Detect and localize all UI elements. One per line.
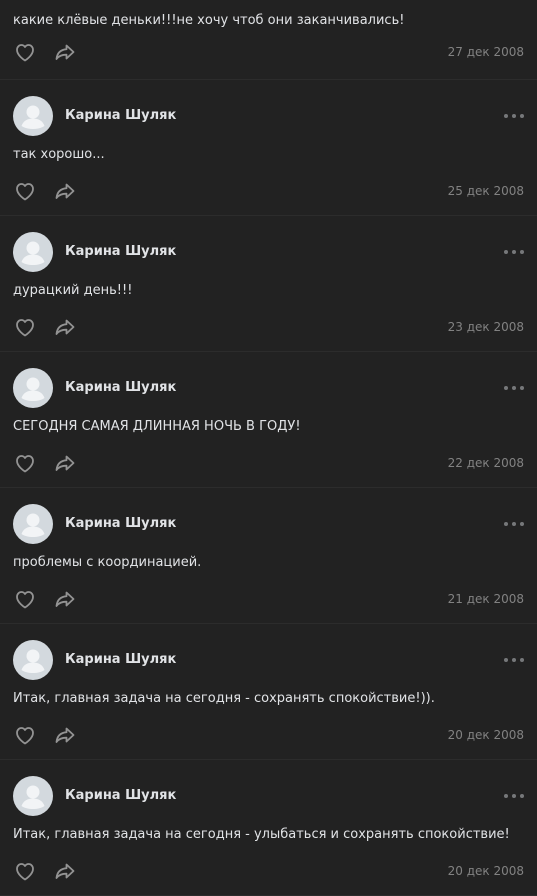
- like-heart-icon[interactable]: [13, 315, 37, 339]
- wall-post: Карина Шуляк Итак, главная задача на сег…: [0, 624, 537, 760]
- wall-post: Карина Шуляк Итак, главная задача на сег…: [0, 760, 537, 896]
- post-text: СЕГОДНЯ САМАЯ ДЛИННАЯ НОЧЬ В ГОДУ!: [13, 419, 301, 434]
- more-options-icon[interactable]: [504, 652, 524, 668]
- post-header: Карина Шуляк: [13, 504, 524, 544]
- post-actions: 27 дек 2008: [13, 40, 524, 64]
- like-heart-icon[interactable]: [13, 451, 37, 475]
- post-date[interactable]: 20 дек 2008: [448, 728, 524, 742]
- avatar[interactable]: [13, 96, 53, 136]
- post-author[interactable]: Карина Шуляк: [65, 108, 176, 123]
- like-heart-icon[interactable]: [13, 587, 37, 611]
- wall-post: Карина Шуляк дурацкий день!!! 23 дек 200…: [0, 216, 537, 352]
- post-text: дурацкий день!!!: [13, 283, 133, 298]
- user-placeholder-icon: [21, 513, 45, 537]
- avatar[interactable]: [13, 776, 53, 816]
- more-options-icon[interactable]: [504, 244, 524, 260]
- wall-post: Карина Шуляк СЕГОДНЯ САМАЯ ДЛИННАЯ НОЧЬ …: [0, 352, 537, 488]
- more-options-icon[interactable]: [504, 108, 524, 124]
- wall-post: Карина Шуляк проблемы с координацией. 21…: [0, 488, 537, 624]
- more-options-icon[interactable]: [504, 380, 524, 396]
- post-header: Карина Шуляк: [13, 776, 524, 816]
- user-placeholder-icon: [21, 241, 45, 265]
- post-date[interactable]: 23 дек 2008: [448, 320, 524, 334]
- avatar[interactable]: [13, 504, 53, 544]
- post-date[interactable]: 21 дек 2008: [448, 592, 524, 606]
- wall-post: Карина Шуляк так хорошо... 25 дек 2008: [0, 80, 537, 216]
- avatar[interactable]: [13, 640, 53, 680]
- post-actions: 25 дек 2008: [13, 179, 524, 203]
- post-author[interactable]: Карина Шуляк: [65, 516, 176, 531]
- avatar[interactable]: [13, 232, 53, 272]
- post-actions: 22 дек 2008: [13, 451, 524, 475]
- user-placeholder-icon: [21, 785, 45, 809]
- share-arrow-icon[interactable]: [53, 179, 77, 203]
- post-header: Карина Шуляк: [13, 96, 524, 136]
- post-header: Карина Шуляк: [13, 640, 524, 680]
- share-arrow-icon[interactable]: [53, 451, 77, 475]
- post-text: так хорошо...: [13, 147, 105, 162]
- post-header: Карина Шуляк: [13, 232, 524, 272]
- share-arrow-icon[interactable]: [53, 40, 77, 64]
- post-actions: 20 дек 2008: [13, 859, 524, 883]
- share-arrow-icon[interactable]: [53, 723, 77, 747]
- more-options-icon[interactable]: [504, 516, 524, 532]
- share-arrow-icon[interactable]: [53, 859, 77, 883]
- post-date[interactable]: 20 дек 2008: [448, 864, 524, 878]
- post-author[interactable]: Карина Шуляк: [65, 788, 176, 803]
- post-date[interactable]: 27 дек 2008: [448, 45, 524, 59]
- wall-post: какие клёвые деньки!!!не хочу чтоб они з…: [0, 0, 537, 80]
- post-author[interactable]: Карина Шуляк: [65, 380, 176, 395]
- post-author[interactable]: Карина Шуляк: [65, 244, 176, 259]
- like-heart-icon[interactable]: [13, 859, 37, 883]
- post-text: проблемы с координацией.: [13, 555, 202, 570]
- like-heart-icon[interactable]: [13, 40, 37, 64]
- post-header: Карина Шуляк: [13, 368, 524, 408]
- user-placeholder-icon: [21, 105, 45, 129]
- avatar[interactable]: [13, 368, 53, 408]
- share-arrow-icon[interactable]: [53, 587, 77, 611]
- post-date[interactable]: 22 дек 2008: [448, 456, 524, 470]
- post-actions: 20 дек 2008: [13, 723, 524, 747]
- wall-feed: какие клёвые деньки!!!не хочу чтоб они з…: [0, 0, 537, 896]
- post-text: какие клёвые деньки!!!не хочу чтоб они з…: [13, 13, 405, 28]
- post-actions: 21 дек 2008: [13, 587, 524, 611]
- more-options-icon[interactable]: [504, 788, 524, 804]
- user-placeholder-icon: [21, 377, 45, 401]
- like-heart-icon[interactable]: [13, 723, 37, 747]
- post-text: Итак, главная задача на сегодня - улыбат…: [13, 827, 510, 842]
- post-actions: 23 дек 2008: [13, 315, 524, 339]
- post-author[interactable]: Карина Шуляк: [65, 652, 176, 667]
- user-placeholder-icon: [21, 649, 45, 673]
- post-text: Итак, главная задача на сегодня - сохран…: [13, 691, 435, 706]
- share-arrow-icon[interactable]: [53, 315, 77, 339]
- like-heart-icon[interactable]: [13, 179, 37, 203]
- post-date[interactable]: 25 дек 2008: [448, 184, 524, 198]
